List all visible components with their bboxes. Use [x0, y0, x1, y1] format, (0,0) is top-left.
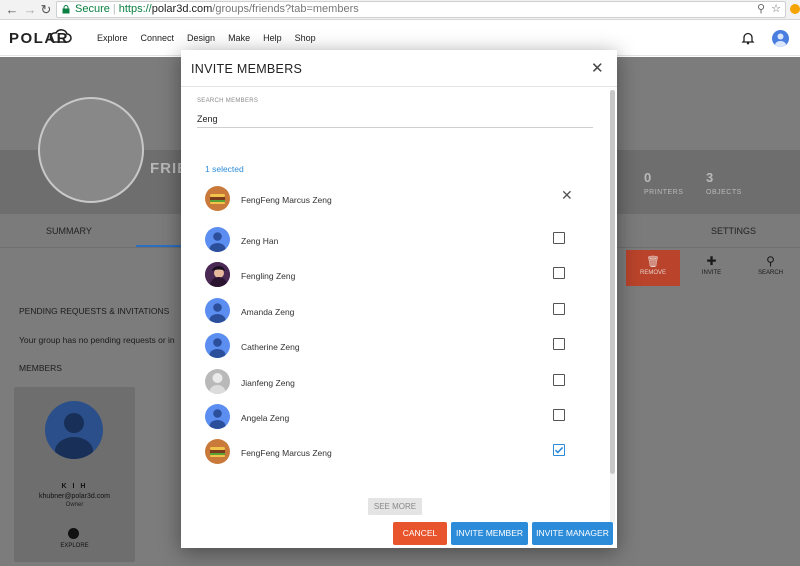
invite-member-button[interactable]: INVITE MEMBER	[451, 522, 528, 545]
result-name: FengFeng Marcus Zeng	[241, 448, 332, 458]
default-avatar-icon	[205, 404, 230, 429]
url-protocol: https://	[118, 3, 152, 15]
browser-toolbar: ← → ↻ Secure | https://polar3d.com/groups/…	[0, 0, 800, 20]
back-icon[interactable]: ←	[4, 2, 20, 18]
forward-icon[interactable]: →	[22, 2, 38, 18]
generic-avatar-icon	[205, 369, 230, 394]
member-email: khubner@polar3d.com	[39, 493, 110, 500]
result-name: Catherine Zeng	[241, 342, 300, 352]
default-avatar-icon	[205, 333, 230, 358]
reload-icon[interactable]: ↻	[38, 2, 54, 18]
member-card[interactable]: K I H khubner@polar3d.com Owner EXPLORE	[14, 387, 135, 562]
search-icon: ⚲	[766, 254, 775, 268]
result-checkbox[interactable]	[553, 374, 565, 386]
result-checkbox[interactable]	[553, 267, 565, 279]
search-members-input[interactable]	[197, 110, 593, 128]
nav-connect[interactable]: Connect	[141, 33, 175, 43]
result-checkbox[interactable]	[553, 338, 565, 350]
result-checkbox[interactable]	[553, 303, 565, 315]
remove-selected-close-icon[interactable]: ✕	[561, 188, 573, 202]
trash-icon: 🗑	[646, 256, 660, 268]
result-name: Amanda Zeng	[241, 307, 295, 317]
nav-help[interactable]: Help	[263, 33, 282, 43]
nav-shop[interactable]: Shop	[295, 33, 316, 43]
result-row[interactable]: Angela Zeng	[201, 404, 591, 439]
members-heading: MEMBERS	[19, 363, 62, 373]
selected-user-name: FengFeng Marcus Zeng	[241, 195, 332, 205]
result-row[interactable]: Catherine Zeng	[201, 333, 591, 368]
invite-label: INVITE	[701, 270, 722, 276]
cancel-button[interactable]: CANCEL	[393, 522, 447, 545]
address-bar[interactable]: Secure | https://polar3d.com/groups/friend…	[56, 1, 786, 18]
lock-icon	[62, 5, 70, 14]
result-name: Jianfeng Zeng	[241, 378, 295, 388]
remove-button[interactable]: 🗑 REMOVE	[626, 250, 680, 286]
see-more-button[interactable]: SEE MORE	[368, 498, 422, 515]
result-checkbox-checked[interactable]	[553, 444, 565, 456]
secure-label: Secure	[75, 3, 110, 15]
group-profile-image	[38, 97, 144, 203]
url-host: polar3d.com	[151, 3, 213, 15]
stat-objects: 3 OBJECTS	[706, 170, 742, 196]
checkmark-icon	[554, 446, 564, 454]
close-icon[interactable]: ✕	[591, 61, 604, 76]
user-avatar[interactable]	[772, 30, 789, 47]
nav-explore[interactable]: Explore	[97, 33, 128, 43]
result-checkbox[interactable]	[553, 409, 565, 421]
pending-text: Your group has no pending requests or in	[19, 335, 175, 345]
nav-make[interactable]: Make	[228, 33, 250, 43]
result-checkbox[interactable]	[553, 232, 565, 244]
result-row[interactable]: Zeng Han	[201, 227, 591, 262]
result-name: Angela Zeng	[241, 413, 290, 423]
dialog-title: INVITE MEMBERS	[191, 62, 303, 76]
cloud-logo-icon[interactable]	[48, 27, 72, 45]
person-add-icon: ✚	[706, 254, 717, 268]
dialog-scroll-thumb[interactable]	[610, 90, 615, 474]
dialog-header: INVITE MEMBERS ✕	[181, 50, 617, 87]
member-avatar	[45, 401, 103, 459]
result-name: Zeng Han	[241, 236, 279, 246]
dialog-body: SEARCH MEMBERS 1 selected FengFeng Marcu…	[181, 87, 609, 517]
url-path: /groups/friends?tab=members	[212, 3, 359, 15]
zoom-icon[interactable]: ⚲	[757, 3, 765, 15]
nav-design[interactable]: Design	[187, 33, 215, 43]
explore-compass-icon[interactable]	[68, 528, 79, 539]
result-row[interactable]: Jianfeng Zeng	[201, 369, 591, 404]
dialog-scrollbar[interactable]	[610, 90, 615, 524]
search-button[interactable]: ⚲ SEARCH	[744, 250, 797, 286]
result-row[interactable]: Fengling Zeng	[201, 262, 591, 297]
member-explore-label[interactable]: EXPLORE	[14, 543, 135, 549]
burger-avatar	[205, 439, 230, 464]
tab-summary[interactable]: SUMMARY	[46, 226, 92, 236]
member-name: K I H	[61, 483, 88, 490]
search-label: SEARCH	[757, 270, 783, 276]
default-avatar-icon	[205, 298, 230, 323]
selected-user-avatar	[205, 186, 230, 211]
photo-avatar	[205, 262, 230, 287]
top-nav: Explore Connect Design Make Help Shop	[97, 33, 329, 43]
default-avatar-icon	[205, 227, 230, 252]
notification-bell-icon[interactable]	[741, 31, 755, 45]
invite-members-dialog: INVITE MEMBERS ✕ SEARCH MEMBERS 1 select…	[181, 50, 617, 548]
pending-heading: PENDING REQUESTS & INVITATIONS	[19, 306, 170, 316]
result-row[interactable]: FengFeng Marcus Zeng	[201, 439, 591, 474]
invite-manager-button[interactable]: INVITE MANAGER	[532, 522, 613, 545]
stat-printers: 0 PRINTERS	[644, 170, 684, 196]
warning-icon[interactable]	[790, 4, 800, 14]
selected-count: 1 selected	[205, 164, 244, 174]
member-role: Owner	[65, 502, 84, 508]
bookmark-star-icon[interactable]: ☆	[771, 3, 781, 15]
search-members-label: SEARCH MEMBERS	[197, 98, 259, 104]
result-row[interactable]: Amanda Zeng	[201, 298, 591, 333]
result-name: Fengling Zeng	[241, 271, 296, 281]
remove-label: REMOVE	[639, 270, 666, 276]
tab-settings[interactable]: SETTINGS	[711, 226, 756, 236]
selected-user-row: FengFeng Marcus Zeng ✕	[201, 186, 591, 221]
active-tab-indicator	[136, 245, 182, 247]
invite-button[interactable]: ✚ INVITE	[685, 250, 738, 286]
